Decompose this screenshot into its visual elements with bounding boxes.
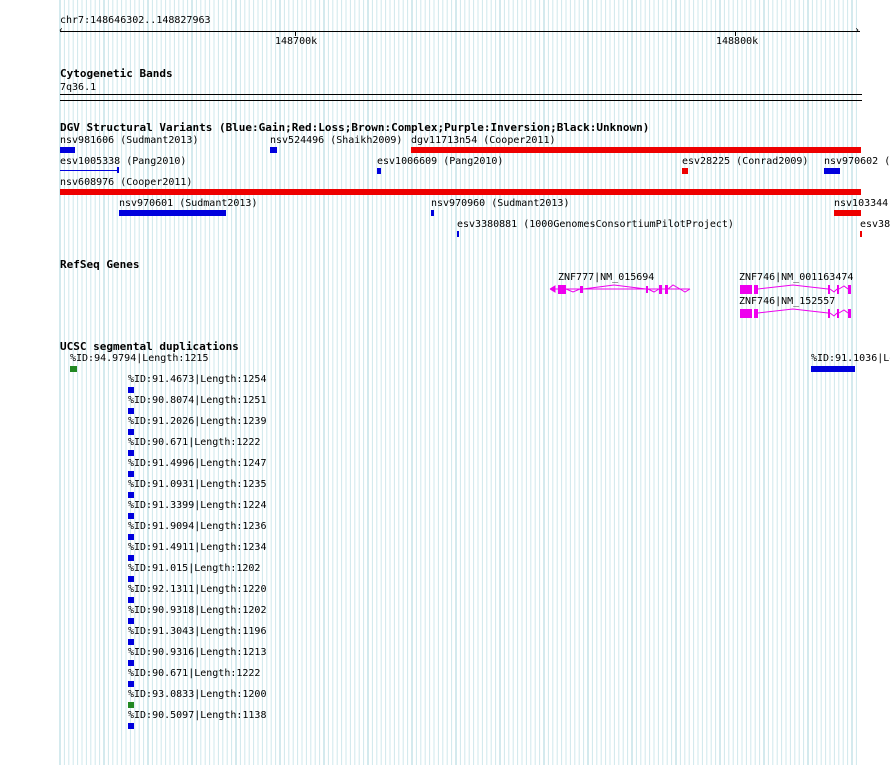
dgv-track-title[interactable]: DGV Structural Variants (Blue:Gain;Red:L…: [60, 122, 649, 134]
segdup-feature[interactable]: [128, 408, 134, 414]
dgv-feature[interactable]: [60, 170, 118, 171]
segdup-item-label[interactable]: %ID:94.9794|Length:1215: [70, 353, 208, 364]
segdup-feature[interactable]: [128, 639, 134, 645]
segdup-feature[interactable]: [128, 576, 134, 582]
dgv-item-label[interactable]: nsv524496 (Shaikh2009): [270, 135, 402, 146]
dgv-item-label[interactable]: esv38: [860, 219, 890, 230]
dgv-feature[interactable]: [431, 210, 434, 216]
cytoband-label: 7q36.1: [60, 82, 97, 93]
segdup-item-label[interactable]: %ID:90.9318|Length:1202: [128, 605, 266, 616]
segdup-feature[interactable]: [128, 681, 134, 687]
segdup-feature[interactable]: [128, 450, 134, 456]
segdup-feature[interactable]: [128, 471, 134, 477]
segdup-feature[interactable]: [128, 387, 134, 393]
cytoband-track-title[interactable]: Cytogenetic Bands: [60, 68, 173, 80]
segdup-item-label[interactable]: %ID:93.0833|Length:1200: [128, 689, 266, 700]
segdup-feature[interactable]: [128, 429, 134, 435]
segdup-item-label[interactable]: %ID:90.671|Length:1222: [128, 437, 260, 448]
dgv-feature[interactable]: [60, 147, 75, 153]
gene-model-znf777[interactable]: [548, 282, 693, 296]
segdup-feature[interactable]: [128, 492, 134, 498]
gene-model-znf746-a[interactable]: [738, 282, 856, 296]
dgv-item-label[interactable]: nsv970960 (Sudmant2013): [431, 198, 569, 209]
ruler-tick-label: 148700k: [275, 36, 318, 47]
dgv-feature[interactable]: [377, 168, 381, 174]
ruler-left-arrow[interactable]: ‹: [58, 25, 64, 36]
segdup-track-title[interactable]: UCSC segmental duplications: [60, 341, 239, 353]
segdup-item-label[interactable]: %ID:90.9316|Length:1213: [128, 647, 266, 658]
segdup-item-label[interactable]: %ID:91.0931|Length:1235: [128, 479, 266, 490]
dgv-item-label[interactable]: nsv970602 (: [824, 156, 890, 167]
dgv-item-label[interactable]: dgv11713n54 (Cooper2011): [411, 135, 556, 146]
ruler-axis: [60, 31, 860, 32]
segdup-item-label[interactable]: %ID:90.5097|Length:1138: [128, 710, 266, 721]
dgv-feature[interactable]: [682, 168, 688, 174]
dgv-feature[interactable]: [834, 210, 861, 216]
dgv-feature[interactable]: [119, 210, 226, 216]
segdup-feature[interactable]: [128, 618, 134, 624]
segdup-item-label[interactable]: %ID:90.671|Length:1222: [128, 668, 260, 679]
segdup-item-label[interactable]: %ID:92.1311|Length:1220: [128, 584, 266, 595]
ruler-range: chr7:148646302..148827963: [60, 15, 211, 26]
segdup-feature[interactable]: [128, 597, 134, 603]
dgv-feature[interactable]: [860, 231, 862, 237]
dgv-feature[interactable]: [60, 189, 861, 195]
gene-model-znf746-b[interactable]: [738, 306, 856, 320]
segdup-feature[interactable]: [128, 555, 134, 561]
ruler-tick-label: 148800k: [716, 36, 759, 47]
segdup-item-label[interactable]: %ID:91.015|Length:1202: [128, 563, 260, 574]
dgv-feature[interactable]: [824, 168, 840, 174]
segdup-item-label[interactable]: %ID:91.4911|Length:1234: [128, 542, 266, 553]
segdup-feature[interactable]: [70, 366, 77, 372]
segdup-item-label[interactable]: %ID:91.4996|Length:1247: [128, 458, 266, 469]
cytoband-line[interactable]: [60, 100, 862, 101]
dgv-feature[interactable]: [411, 147, 861, 153]
dgv-feature[interactable]: [457, 231, 459, 237]
segdup-item-label[interactable]: %ID:91.4673|Length:1254: [128, 374, 266, 385]
segdup-item-label[interactable]: %ID:91.3043|Length:1196: [128, 626, 266, 637]
segdup-feature[interactable]: [128, 513, 134, 519]
segdup-item-label[interactable]: %ID:90.8074|Length:1251: [128, 395, 266, 406]
dgv-item-label[interactable]: esv3380881 (1000GenomesConsortiumPilotPr…: [457, 219, 734, 230]
dgv-item-label[interactable]: nsv981606 (Sudmant2013): [60, 135, 198, 146]
segdup-feature[interactable]: [128, 723, 134, 729]
dgv-item-label[interactable]: nsv608976 (Cooper2011): [60, 177, 192, 188]
dgv-item-label[interactable]: nsv970601 (Sudmant2013): [119, 198, 257, 209]
segdup-item-label[interactable]: %ID:91.9094|Length:1236: [128, 521, 266, 532]
segdup-feature[interactable]: [128, 702, 134, 708]
dgv-feature[interactable]: [117, 167, 119, 173]
cytoband-line[interactable]: [60, 94, 862, 95]
dgv-item-label[interactable]: esv28225 (Conrad2009): [682, 156, 808, 167]
dgv-item-label[interactable]: nsv103344: [834, 198, 888, 209]
segdup-feature[interactable]: [811, 366, 855, 372]
segdup-item-label[interactable]: %ID:91.1036|Le: [811, 353, 890, 364]
segdup-feature[interactable]: [128, 660, 134, 666]
segdup-item-label[interactable]: %ID:91.2026|Length:1239: [128, 416, 266, 427]
segdup-feature[interactable]: [128, 534, 134, 540]
refseq-track-title[interactable]: RefSeq Genes: [60, 259, 139, 271]
dgv-item-label[interactable]: esv1005338 (Pang2010): [60, 156, 186, 167]
dgv-feature[interactable]: [270, 147, 277, 153]
segdup-item-label[interactable]: %ID:91.3399|Length:1224: [128, 500, 266, 511]
ruler-right-arrow[interactable]: ›: [854, 25, 860, 36]
dgv-item-label[interactable]: esv1006609 (Pang2010): [377, 156, 503, 167]
